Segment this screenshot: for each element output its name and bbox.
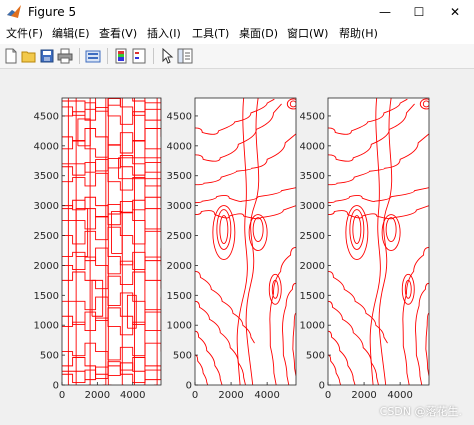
window-title: Figure 5 xyxy=(28,5,77,19)
x-tick-label: 0 xyxy=(192,390,198,401)
open-file-icon[interactable] xyxy=(21,48,37,64)
save-icon[interactable] xyxy=(39,48,55,64)
title-bar: Figure 5 — ☐ ✕ xyxy=(0,0,474,24)
x-tick-label: 2000 xyxy=(85,390,110,401)
y-tick-label: 4000 xyxy=(167,141,192,152)
print-icon[interactable] xyxy=(57,48,73,64)
csdn-watermark: CSDN @落花生. xyxy=(379,405,462,418)
y-tick-label: 4500 xyxy=(34,111,59,122)
menu-desktop[interactable]: 桌面(D) xyxy=(239,26,278,42)
menu-view[interactable]: 查看(V) xyxy=(99,26,137,42)
toolbar xyxy=(0,44,474,69)
x-tick-label: 4000 xyxy=(387,390,412,401)
y-tick-label: 500 xyxy=(306,351,325,362)
menu-bar: 文件(F) 编辑(E) 查看(V) 插入(I) 工具(T) 桌面(D) 窗口(W… xyxy=(0,24,474,44)
menu-insert[interactable]: 插入(I) xyxy=(147,26,181,42)
menu-help[interactable]: 帮助(H) xyxy=(339,26,378,42)
y-tick-label: 2000 xyxy=(167,261,192,272)
menu-window[interactable]: 窗口(W) xyxy=(287,26,328,42)
y-tick-label: 3000 xyxy=(34,201,59,212)
subplot-blocky-contour[interactable]: 0500100015002000250030003500400045000 200… xyxy=(34,93,162,401)
y-tick-label: 1500 xyxy=(34,291,59,302)
x-tick-label: 2000 xyxy=(218,390,243,401)
y-tick-label: 4500 xyxy=(167,111,192,122)
y-tick-label: 1000 xyxy=(300,321,325,332)
y-tick-label: 3500 xyxy=(167,171,192,182)
y-tick-label: 4000 xyxy=(34,141,59,152)
toolbar-separator xyxy=(79,48,80,64)
x-tick-label: 4000 xyxy=(254,390,279,401)
y-tick-label: 1500 xyxy=(167,291,192,302)
toolbar-separator xyxy=(107,48,108,64)
close-button[interactable]: ✕ xyxy=(438,0,472,24)
y-tick-label: 2000 xyxy=(34,261,59,272)
edit-plot-arrow-icon[interactable] xyxy=(159,48,175,64)
y-tick-label: 4500 xyxy=(300,111,325,122)
colorbar-icon[interactable] xyxy=(113,48,129,64)
x-tick-label: 2000 xyxy=(351,390,376,401)
legend-icon[interactable] xyxy=(131,48,147,64)
y-tick-label: 3000 xyxy=(300,201,325,212)
y-tick-label: 500 xyxy=(40,351,59,362)
y-tick-label: 1000 xyxy=(167,321,192,332)
subplot-smooth-contour-b[interactable]: 0500100015002000250030003500400045000 200… xyxy=(300,97,433,401)
y-tick-label: 4000 xyxy=(300,141,325,152)
x-tick-label: 4000 xyxy=(120,390,145,401)
link-plot-icon[interactable] xyxy=(85,48,101,64)
y-tick-label: 2500 xyxy=(34,231,59,242)
menu-tools[interactable]: 工具(T) xyxy=(192,26,229,42)
x-tick-label: 0 xyxy=(325,390,331,401)
y-tick-label: 3500 xyxy=(300,171,325,182)
subplot-figure: 0 500 1000 1500 2000 2500 3000 3500 4000 4500 0 200… xyxy=(34,93,433,401)
matlab-logo-icon xyxy=(7,5,21,18)
y-tick-label: 3500 xyxy=(34,171,59,182)
subplot-smooth-contour-a[interactable]: 0500100015002000250030003500400045000 200… xyxy=(167,97,300,401)
property-inspector-icon[interactable] xyxy=(177,48,193,64)
x-tick-label: 0 xyxy=(59,390,65,401)
figure-canvas[interactable]: 0 500 1000 1500 2000 2500 3000 3500 4000 4500 0 200… xyxy=(0,69,474,425)
menu-file[interactable]: 文件(F) xyxy=(6,26,43,42)
new-figure-icon[interactable] xyxy=(3,48,19,64)
y-tick-label: 1500 xyxy=(300,291,325,302)
y-tick-label: 2500 xyxy=(167,231,192,242)
y-tick-label: 3000 xyxy=(167,201,192,212)
minimize-button[interactable]: — xyxy=(368,0,402,24)
menu-edit[interactable]: 编辑(E) xyxy=(52,26,90,42)
y-tick-label: 1000 xyxy=(34,321,59,332)
y-tick-label: 2000 xyxy=(300,261,325,272)
y-tick-label: 2500 xyxy=(300,231,325,242)
y-tick-label: 500 xyxy=(173,351,192,362)
toolbar-separator xyxy=(153,48,154,64)
maximize-button[interactable]: ☐ xyxy=(402,0,436,24)
